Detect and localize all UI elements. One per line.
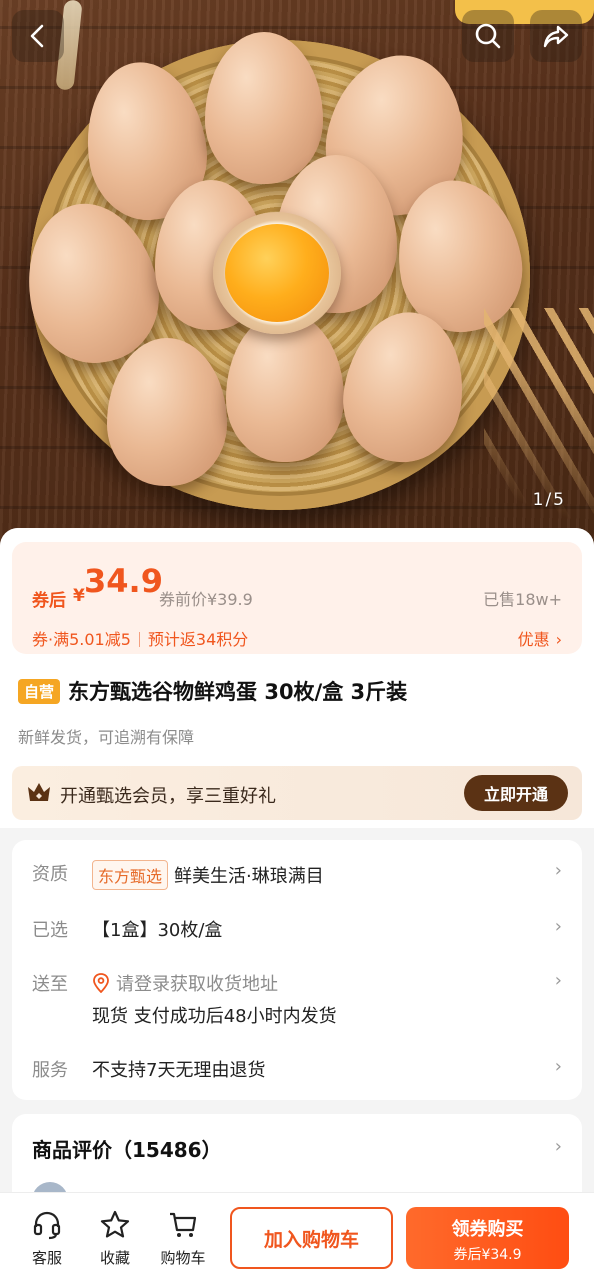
reviews-title: 商品评价（15486） [32,1138,222,1162]
discount-label: 优惠 [517,630,550,649]
current-price: 34.9 [84,562,163,600]
buy-sub-label: 券后¥34.9 [453,1247,522,1263]
chevron-right-icon: › [554,970,562,991]
headset-icon [33,1211,61,1240]
product-summary-card: 券后 ¥ 34.9 券前价¥39.9 已售18w+ 券·满5.01减5 预计返34… [0,528,594,828]
qualification-label: 资质 [32,864,68,885]
brand-tag: 东方甄选 [92,860,169,890]
coupon-promo: 券·满5.01减5 [32,630,131,649]
star-icon [100,1210,130,1238]
chevron-right-icon: › [554,1056,562,1077]
qualification-value: 东方甄选 鲜美生活·琳琅满目 [92,860,324,890]
customer-service-button[interactable]: 客服 [17,1209,77,1268]
chevron-right-icon: › [554,860,562,881]
back-button[interactable] [12,10,64,62]
ship-note: 现货 支付成功后48小时内发货 [92,1006,337,1027]
carousel-pager: 1/5 [532,490,566,510]
buy-label: 领券购买 [451,1219,524,1240]
ship-address: 请登录获取收货地址 [92,970,278,996]
points-promo: 预计返34积分 [147,630,249,649]
original-price: 券前价¥39.9 [159,590,253,609]
product-info-card: 资质 东方甄选 鲜美生活·琳琅满目 › 已选 【1盒】30枚/盒 › 送至 请登录… [12,840,582,1100]
back-arrow-icon [30,24,44,48]
selected-value: 【1盒】30枚/盒 [92,920,223,941]
discount-link[interactable]: 优惠 › [518,626,562,650]
membership-text: 开通甄选会员，享三重好礼 [60,786,276,807]
divider [138,632,140,647]
product-title: 东方甄选谷物鲜鸡蛋 30枚/盒 3斤装 [68,680,408,704]
sold-count: 已售18w+ [483,590,562,609]
location-pin-icon [93,973,109,993]
self-operated-badge: 自营 [18,678,61,704]
product-image-carousel[interactable]: 1/5 [0,0,594,548]
qualification-text: 鲜美生活·琳琅满目 [174,866,324,887]
price-box: 券后 ¥ 34.9 券前价¥39.9 已售18w+ 券·满5.01减5 预计返34… [12,542,582,654]
chevron-right-icon: › [554,916,562,937]
share-icon [543,25,569,48]
product-title-row: 自营 东方甄选谷物鲜鸡蛋 30枚/盒 3斤装 [18,676,407,706]
add-to-cart-button[interactable]: 加入购物车 [230,1207,393,1269]
product-subtitle: 新鲜发货，可追溯有保障 [18,728,195,747]
ship-placeholder: 请登录获取收货地址 [116,974,278,995]
ship-label: 送至 [32,974,68,995]
search-icon [475,23,501,49]
cart-button[interactable]: 购物车 [153,1209,213,1268]
service-label: 服务 [32,1060,68,1081]
service-label: 客服 [31,1249,62,1267]
favorite-label: 收藏 [99,1249,130,1267]
promo-info: 券·满5.01减5 预计返34积分 [32,626,248,650]
crown-icon [28,783,50,801]
join-membership-button[interactable]: 立即开通 [464,775,568,811]
chevron-right-icon: › [554,1136,562,1157]
search-button[interactable] [462,10,514,62]
shopping-cart-icon [170,1212,197,1237]
egg-yolk [225,224,329,322]
coupon-price-label: 券后 [32,591,66,611]
bottom-action-bar: 客服 收藏 购物车 加入购物车 领券购买 券后¥34.9 [0,1192,594,1280]
service-value: 不支持7天无理由退货 [92,1060,266,1081]
share-button[interactable] [530,10,582,62]
chevron-right-icon: › [555,630,562,649]
favorite-button[interactable]: 收藏 [85,1209,145,1268]
product-detail-sheet: 券后 ¥ 34.9 券前价¥39.9 已售18w+ 券·满5.01减5 预计返34… [0,528,594,1234]
membership-banner[interactable]: 开通甄选会员，享三重好礼 立即开通 [12,766,582,820]
cart-label: 购物车 [160,1249,206,1267]
selected-label: 已选 [32,920,68,941]
buy-with-coupon-button[interactable]: 领券购买 券后¥34.9 [406,1207,569,1269]
